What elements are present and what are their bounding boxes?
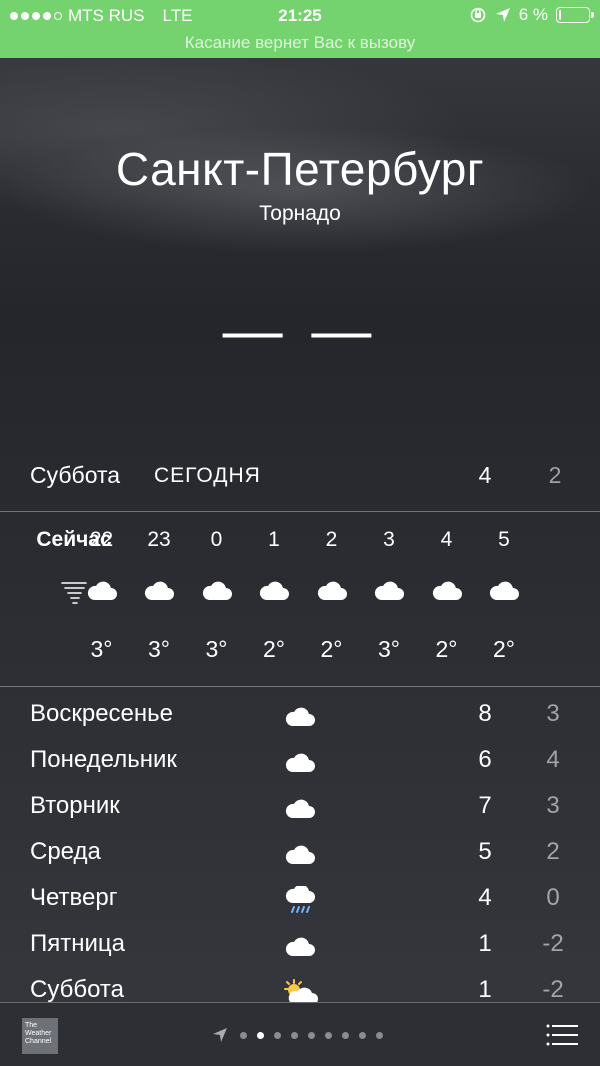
hourly-forecast[interactable]: Сейчас 22 3° 23 3° 0 3° 1 2° 2 2° 3 3° 4 2° 5 2°	[0, 512, 600, 686]
page-dot[interactable]	[342, 1031, 349, 1039]
day-low: 3	[546, 792, 560, 819]
cloud-icon	[280, 746, 320, 780]
daily-row: Четверг 4 0	[30, 882, 570, 916]
hourly-item: 4 2°	[417, 512, 477, 686]
hourly-item: 3 3°	[359, 512, 419, 686]
hour-temperature: 3°	[90, 636, 113, 662]
day-high: 8	[478, 700, 492, 727]
cloud-icon	[474, 580, 534, 608]
day-name: Воскресенье	[30, 700, 174, 727]
current-temperature: — —	[222, 297, 378, 364]
weather-channel-logo[interactable]: The Weather Channel	[22, 1018, 58, 1054]
day-name: Четверг	[30, 884, 118, 911]
location-arrow-icon	[495, 8, 510, 22]
daily-row: Среда 5 2	[30, 836, 570, 870]
cloud-icon	[280, 792, 320, 826]
day-low: 2	[546, 838, 560, 865]
bottom-toolbar: The Weather Channel	[0, 1002, 600, 1066]
page-dot[interactable]	[257, 1031, 264, 1039]
hourly-item: 0 3°	[187, 512, 247, 686]
hour-label: 22	[89, 528, 114, 551]
partly-sunny-icon	[280, 976, 320, 1002]
today-day: Суббота	[30, 462, 121, 488]
daily-row: Вторник 7 3	[30, 790, 570, 824]
city-name: Санкт-Петербург	[115, 143, 485, 195]
hour-temperature: 3°	[205, 636, 228, 662]
condition-label: Торнадо	[259, 202, 341, 225]
hour-label: 0	[210, 528, 223, 551]
cloud-icon	[417, 580, 477, 608]
day-low: -2	[542, 930, 564, 957]
cloud-icon	[129, 580, 189, 608]
day-low: -2	[542, 976, 564, 1002]
hour-temperature: 2°	[493, 636, 515, 662]
day-high: 1	[478, 930, 492, 957]
day-high: 4	[478, 884, 492, 911]
cloud-rain-icon	[280, 884, 320, 918]
today-summary: Суббота СЕГОДНЯ 4 2	[30, 462, 570, 494]
hour-label: 4	[440, 528, 453, 551]
orientation-lock-icon	[470, 7, 486, 23]
page-dot[interactable]	[274, 1031, 281, 1039]
cloud-icon	[72, 580, 132, 608]
day-name: Понедельник	[30, 746, 177, 773]
hourly-item: 5 2°	[474, 512, 534, 686]
page-dot[interactable]	[359, 1031, 366, 1039]
hourly-item: 22 3°	[72, 512, 132, 686]
location-arrow-icon	[213, 1028, 227, 1042]
list-icon[interactable]	[546, 1023, 578, 1047]
cloud-icon	[244, 580, 304, 608]
day-name: Пятница	[30, 930, 125, 957]
daily-row: Суббота 1 -2	[30, 974, 570, 1002]
cloud-icon	[359, 580, 419, 608]
hour-label: 1	[268, 528, 280, 551]
cloud-icon	[280, 838, 320, 872]
today-low: 2	[548, 462, 562, 488]
cloud-icon	[280, 930, 320, 964]
battery-percent: 6 %	[518, 5, 548, 24]
page-dot[interactable]	[376, 1031, 383, 1039]
day-low: 4	[546, 746, 560, 773]
daily-row: Пятница 1 -2	[30, 928, 570, 962]
cloud-icon	[187, 580, 247, 608]
hourly-item: 2 2°	[302, 512, 362, 686]
daily-row: Воскресенье 8 3	[30, 698, 570, 732]
cloud-icon	[280, 700, 320, 734]
hourly-item: 23 3°	[129, 512, 189, 686]
hour-label: 23	[147, 528, 171, 551]
hour-temperature: 3°	[378, 636, 400, 662]
hour-temperature: 3°	[148, 636, 170, 662]
hour-label: 5	[498, 528, 510, 551]
day-name: Суббота	[30, 976, 124, 1002]
hourly-item: 1 2°	[244, 512, 304, 686]
hour-temperature: 2°	[263, 636, 285, 662]
page-dot[interactable]	[308, 1031, 315, 1039]
day-name: Вторник	[30, 792, 120, 819]
hour-label: 2	[325, 528, 338, 551]
daily-forecast[interactable]: Воскресенье 8 3 Понедельник 6 4 Вторник 7 3 Среда…	[30, 698, 570, 1002]
hour-temperature: 2°	[435, 636, 458, 662]
hour-label: 3	[383, 528, 395, 551]
cloud-icon	[302, 580, 362, 608]
day-high: 1	[478, 976, 492, 1002]
battery-icon	[556, 7, 594, 23]
page-dot[interactable]	[291, 1031, 298, 1039]
today-high: 4	[478, 462, 492, 488]
day-high: 6	[478, 746, 492, 773]
day-high: 5	[478, 838, 492, 865]
page-dot[interactable]	[240, 1031, 247, 1039]
today-tag: СЕГОДНЯ	[154, 464, 261, 487]
hour-temperature: 2°	[320, 636, 343, 662]
call-return-banner[interactable]: Касание вернет Вас к вызову	[0, 32, 600, 58]
day-name: Среда	[30, 838, 101, 865]
day-low: 0	[546, 884, 560, 911]
daily-row: Понедельник 6 4	[30, 744, 570, 778]
divider	[0, 686, 600, 687]
status-bar: MTS RUS LTE 21:25 6 %	[0, 0, 600, 32]
page-indicator[interactable]	[212, 1027, 383, 1043]
day-high: 7	[478, 792, 492, 819]
page-dot[interactable]	[325, 1031, 332, 1039]
day-low: 3	[546, 700, 560, 727]
